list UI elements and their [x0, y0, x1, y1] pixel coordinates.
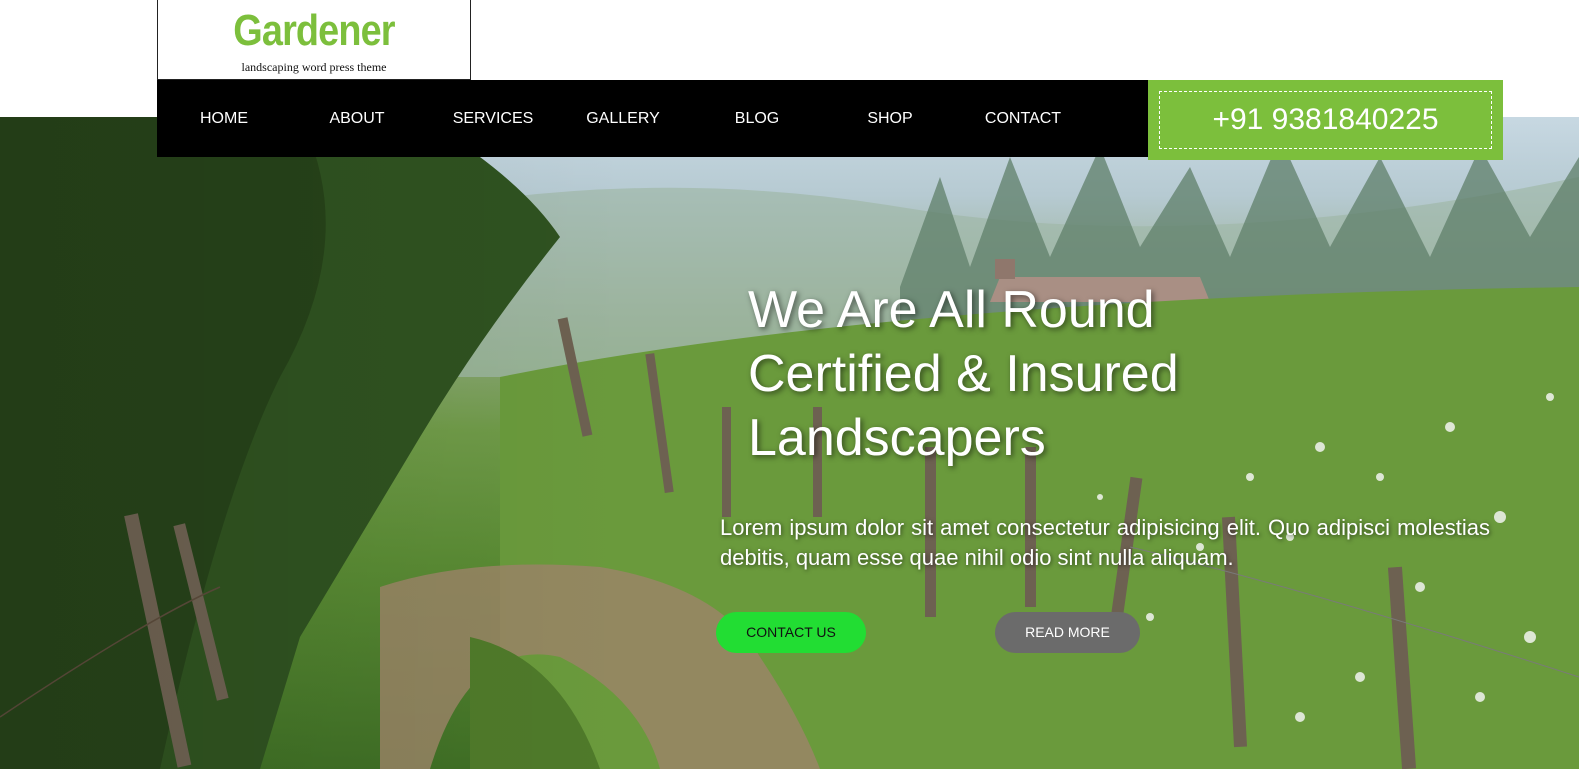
- nav-item-blog[interactable]: BLOG: [700, 80, 814, 157]
- phone-box[interactable]: +91 9381840225: [1148, 80, 1503, 160]
- hero-subtext: Lorem ipsum dolor sit amet consectetur a…: [720, 515, 1490, 570]
- nav-item-gallery[interactable]: GALLERY: [566, 80, 680, 157]
- contact-us-button[interactable]: CONTACT US: [716, 612, 866, 653]
- read-more-button[interactable]: READ MORE: [995, 612, 1140, 653]
- hero-headline: We Are All Round Certified & Insured Lan…: [748, 281, 1179, 467]
- nav-item-shop[interactable]: SHOP: [833, 80, 947, 157]
- main-nav: HOME ABOUT SERVICES GALLERY BLOG SHOP CO…: [157, 80, 1148, 157]
- logo[interactable]: Gardener landscaping word press theme: [157, 0, 471, 80]
- logo-tagline: landscaping word press theme: [241, 60, 387, 74]
- logo-title: Gardener: [233, 6, 395, 55]
- nav-item-services[interactable]: SERVICES: [434, 80, 552, 157]
- nav-item-home[interactable]: HOME: [167, 80, 281, 157]
- phone-number[interactable]: +91 9381840225: [1159, 91, 1492, 149]
- nav-item-contact[interactable]: CONTACT: [966, 80, 1080, 157]
- nav-item-about[interactable]: ABOUT: [300, 80, 414, 157]
